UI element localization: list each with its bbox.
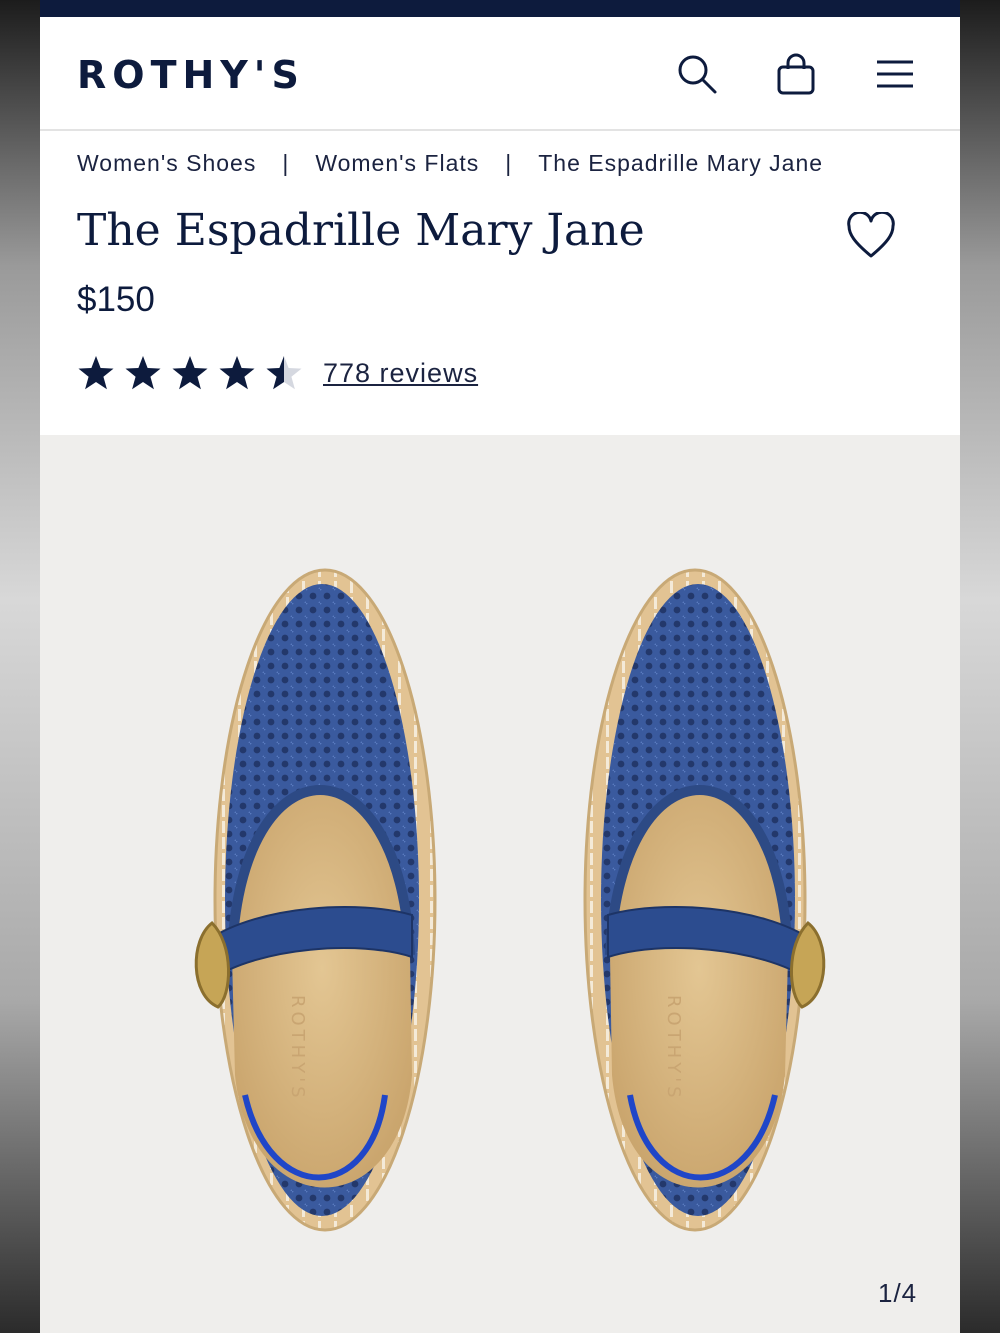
- breadcrumb-womens-shoes[interactable]: Women's Shoes: [77, 150, 256, 177]
- shopping-bag-icon[interactable]: [775, 53, 817, 95]
- gallery-counter: 1/4: [878, 1278, 918, 1308]
- product-price: $150: [77, 280, 155, 319]
- top-bar: [40, 0, 960, 17]
- reviews-link[interactable]: 778 reviews: [323, 358, 478, 389]
- breadcrumb-womens-flats[interactable]: Women's Flats: [315, 150, 479, 177]
- brand-logo[interactable]: ROTHY'S: [77, 53, 305, 97]
- insole-logo: ROTHY'S: [663, 995, 684, 1102]
- star-icon: [172, 356, 208, 390]
- insole-logo: ROTHY'S: [287, 995, 308, 1102]
- site-header: ROTHY'S: [40, 17, 960, 131]
- rating: 778 reviews: [77, 354, 478, 392]
- star-icon: [219, 356, 255, 390]
- left-shoe: ROTHY'S: [194, 568, 437, 1232]
- heart-icon[interactable]: [846, 210, 896, 260]
- star-icon: [78, 356, 114, 390]
- search-icon[interactable]: [676, 53, 718, 95]
- star-rating: [77, 354, 303, 392]
- breadcrumb-separator: |: [282, 150, 290, 176]
- product-page: ROTHY'S Women's Shoes | Women's Flats | …: [40, 0, 960, 1333]
- product-image: ROTHY'S ROTHY'S: [194, 568, 826, 1232]
- right-frame: [960, 0, 1000, 1333]
- product-image-gallery[interactable]: ROTHY'S ROTHY'S: [40, 435, 960, 1333]
- left-frame: [0, 0, 40, 1333]
- product-title: The Espadrille Mary Jane: [77, 205, 645, 256]
- breadcrumb-separator: |: [505, 150, 513, 176]
- menu-icon[interactable]: [874, 53, 916, 95]
- breadcrumb-current-product[interactable]: The Espadrille Mary Jane: [538, 150, 823, 177]
- star-icon: [125, 356, 161, 390]
- breadcrumb: Women's Shoes | Women's Flats | The Espa…: [77, 150, 823, 177]
- star-icon: [266, 356, 302, 390]
- right-shoe: ROTHY'S: [583, 568, 826, 1232]
